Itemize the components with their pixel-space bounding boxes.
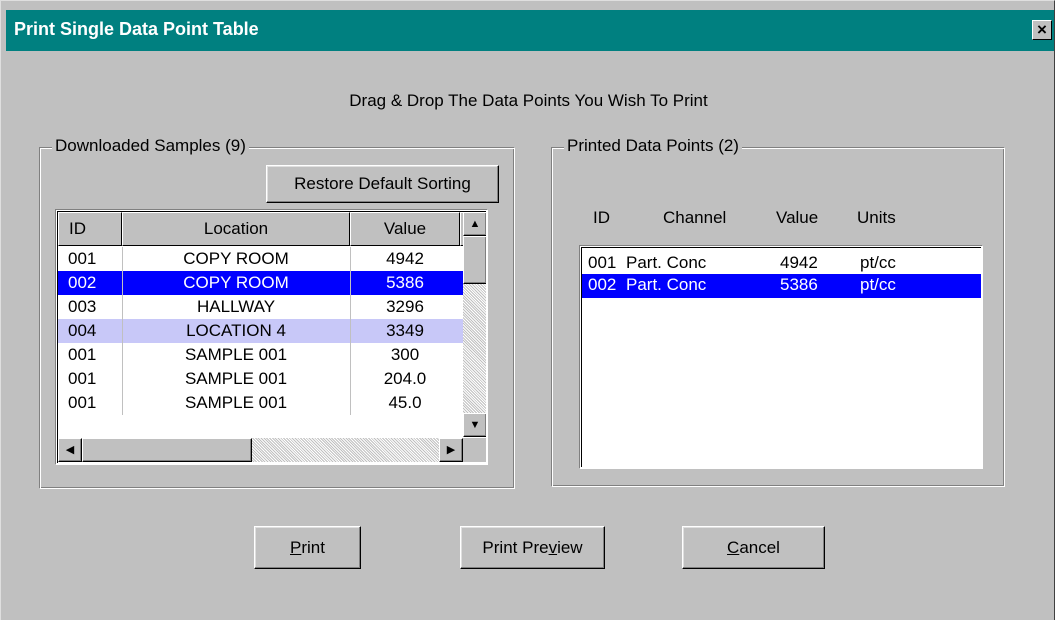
printed-header-value: Value <box>776 208 819 227</box>
scrollbar-corner <box>463 438 486 462</box>
downloaded-samples-grid[interactable]: ID Location Value 001 COPY ROOM 4942 002 COP… <box>55 209 488 465</box>
column-header-value[interactable]: Value <box>350 212 460 246</box>
table-row[interactable]: 001 COPY ROOM 4942 <box>58 247 463 271</box>
list-item[interactable]: 001 Part. Conc 4942 pt/cc <box>582 252 981 276</box>
window-title: Print Single Data Point Table <box>14 19 259 39</box>
column-header-value-label: Value <box>383 219 427 238</box>
cell-id: 001 <box>68 249 97 268</box>
column-divider <box>122 295 123 319</box>
downloaded-samples-legend: Downloaded Samples (9) <box>52 136 249 156</box>
column-header-location-label: Location <box>203 219 269 238</box>
column-header-id[interactable]: ID <box>58 212 122 246</box>
cell-value: 300 <box>390 345 420 364</box>
restore-default-sorting-button[interactable]: Restore Default Sorting <box>266 165 499 203</box>
printed-data-points-legend: Printed Data Points (2) <box>564 136 742 156</box>
table-row[interactable]: 004 LOCATION 4 3349 <box>58 319 463 343</box>
table-row[interactable]: 001 SAMPLE 001 204.0 <box>58 367 463 391</box>
column-divider <box>122 343 123 367</box>
print-button-label: Print <box>290 537 325 557</box>
column-divider <box>350 295 351 319</box>
title-bar[interactable]: Print Single Data Point Table × <box>6 10 1054 51</box>
column-divider <box>350 391 351 415</box>
column-header-id-label: ID <box>69 219 86 238</box>
vertical-scroll-thumb[interactable] <box>463 236 486 284</box>
cell-id: 001 <box>68 369 97 388</box>
table-row[interactable]: 001 SAMPLE 001 45.0 <box>58 391 463 415</box>
print-button[interactable]: Print <box>254 526 361 569</box>
cell-location: HALLWAY <box>196 297 276 316</box>
column-divider <box>350 367 351 391</box>
cell-location: COPY ROOM <box>183 249 289 268</box>
column-divider <box>122 391 123 415</box>
item-id: 001 <box>588 253 617 272</box>
table-row[interactable]: 003 HALLWAY 3296 <box>58 295 463 319</box>
instruction-text: Drag & Drop The Data Points You Wish To … <box>349 91 708 110</box>
column-divider <box>350 319 351 343</box>
cell-value: 3296 <box>386 297 424 316</box>
cell-id: 003 <box>68 297 97 316</box>
close-icon[interactable]: × <box>1032 20 1052 40</box>
cell-id: 002 <box>68 273 97 292</box>
item-channel: Part. Conc <box>626 253 707 272</box>
cancel-button-label: Cancel <box>727 537 780 557</box>
printed-header-units: Units <box>857 208 896 227</box>
column-header-location[interactable]: Location <box>122 212 350 246</box>
cell-location: COPY ROOM <box>183 273 289 292</box>
cell-value: 204.0 <box>383 369 427 388</box>
cell-value: 5386 <box>386 273 424 292</box>
cell-id: 001 <box>68 345 97 364</box>
print-preview-button[interactable]: Print Preview <box>460 526 605 569</box>
table-row[interactable]: 002 COPY ROOM 5386 <box>58 271 463 295</box>
scroll-right-icon[interactable]: ▶ <box>439 438 463 462</box>
column-divider <box>350 247 351 271</box>
horizontal-scroll-thumb[interactable] <box>82 438 252 462</box>
scroll-left-icon[interactable]: ◀ <box>58 438 82 462</box>
cell-value: 3349 <box>386 321 424 340</box>
cell-id: 001 <box>68 393 97 412</box>
scroll-up-icon[interactable]: ▲ <box>463 212 486 236</box>
printed-data-points-list[interactable]: 001 Part. Conc 4942 pt/cc 002 Part. Conc 5386 p… <box>579 245 983 469</box>
item-value: 4942 <box>780 253 818 272</box>
column-divider <box>122 367 123 391</box>
printed-header-channel: Channel <box>663 208 727 227</box>
column-divider <box>122 319 123 343</box>
print-dialog: Print Single Data Point Table × Drag & D… <box>0 0 1055 620</box>
item-value: 5386 <box>780 275 818 294</box>
list-item[interactable]: 002 Part. Conc 5386 pt/cc <box>582 274 981 298</box>
column-divider <box>122 271 123 295</box>
table-row[interactable]: 001 SAMPLE 001 300 <box>58 343 463 367</box>
column-divider <box>350 271 351 295</box>
scroll-down-icon[interactable]: ▼ <box>463 413 486 437</box>
cell-location: SAMPLE 001 <box>184 345 288 364</box>
cell-location: LOCATION 4 <box>186 321 286 340</box>
cell-value: 45.0 <box>388 393 422 412</box>
column-divider <box>122 247 123 271</box>
cancel-button[interactable]: Cancel <box>682 526 825 569</box>
item-id: 002 <box>588 275 617 294</box>
cell-id: 004 <box>68 321 97 340</box>
item-units: pt/cc <box>860 275 896 294</box>
column-divider <box>350 343 351 367</box>
item-channel: Part. Conc <box>626 275 707 294</box>
cell-value: 4942 <box>386 249 424 268</box>
cell-location: SAMPLE 001 <box>184 369 288 388</box>
item-units: pt/cc <box>860 253 896 272</box>
printed-header-id: ID <box>593 208 610 227</box>
print-preview-button-label: Print Preview <box>482 537 583 557</box>
cell-location: SAMPLE 001 <box>184 393 288 412</box>
